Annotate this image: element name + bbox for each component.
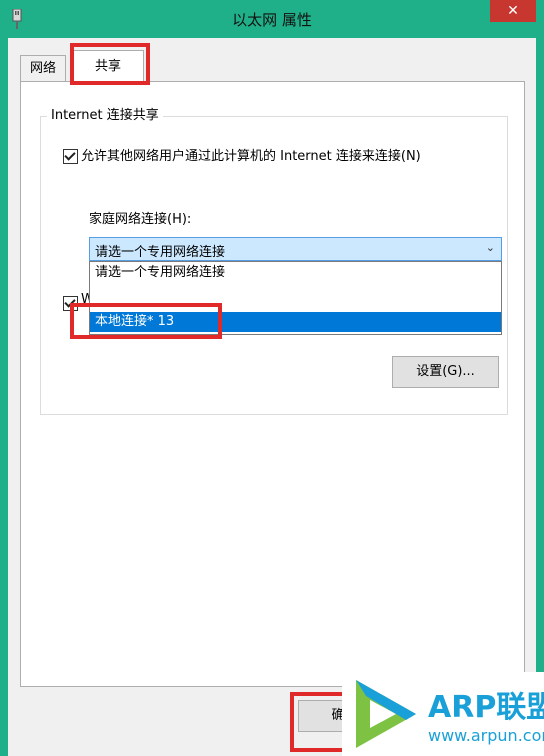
home-network-combo[interactable]: 请选一个专用网络连接 ⌄	[89, 237, 502, 261]
watermark-logo: ARP联盟 www.arpun.com	[342, 672, 544, 756]
settings-button[interactable]: 设置(G)...	[392, 356, 499, 388]
allow-sharing-checkbox[interactable]	[63, 149, 78, 164]
title-bar: 以太网 属性 ✕	[0, 0, 544, 38]
sharing-panel: Internet 连接共享 允许其他网络用户通过此计算机的 Internet 连…	[20, 81, 525, 687]
tab-network[interactable]: 网络	[20, 55, 66, 82]
close-icon[interactable]: ✕	[507, 3, 519, 19]
watermark-name: ARP联盟	[428, 690, 544, 725]
home-network-label: 家庭网络连接(H):	[89, 212, 192, 227]
highlight-box-option	[70, 303, 222, 339]
chevron-down-icon[interactable]: ⌄	[486, 241, 495, 254]
dialog-body: 网络 共享 Internet 连接共享 允许其他网络用户通过此计算机的 Inte…	[8, 38, 536, 756]
allow-sharing-label[interactable]: 允许其他网络用户通过此计算机的 Internet 连接来连接(N)	[81, 145, 421, 164]
window-title: 以太网 属性	[232, 11, 312, 29]
ics-group-title: Internet 连接共享	[47, 104, 163, 123]
highlight-box-tab	[70, 43, 150, 85]
play-logo-icon	[356, 680, 416, 748]
combo-value: 请选一个专用网络连接	[95, 245, 226, 260]
close-button[interactable]: ✕	[490, 0, 536, 22]
watermark-url: www.arpun.com	[428, 726, 544, 745]
highlight-box-ok	[290, 692, 350, 752]
dropdown-option[interactable]: 请选一个专用网络连接	[90, 262, 501, 284]
